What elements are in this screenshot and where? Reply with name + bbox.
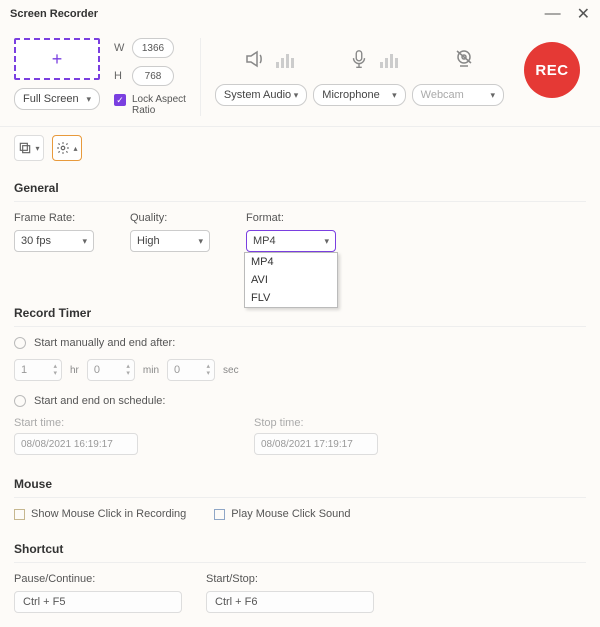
mic-level-icon <box>380 50 398 68</box>
frame-rate-select[interactable]: 30 fps▾ <box>14 230 94 252</box>
audio-level-icon <box>276 50 294 68</box>
manual-timer-radio[interactable] <box>14 337 26 349</box>
manual-timer-label: Start manually and end after: <box>34 337 175 349</box>
start-time-label: Start time: <box>14 417 138 429</box>
chevron-up-icon: ▴ <box>73 144 77 153</box>
minimize-button[interactable]: — <box>545 5 561 23</box>
settings-button[interactable]: ▴ <box>52 135 82 161</box>
format-select[interactable]: MP4▾ <box>246 230 336 252</box>
window-controls: — ✕ <box>545 4 590 24</box>
stop-time-label: Stop time: <box>254 417 378 429</box>
shortcut-heading: Shortcut <box>14 534 586 563</box>
minutes-unit: min <box>143 365 159 376</box>
start-shortcut-label: Start/Stop: <box>206 573 374 585</box>
hours-unit: hr <box>70 365 79 376</box>
show-mouse-click-checkbox[interactable] <box>14 509 25 520</box>
stop-time-input[interactable]: 08/08/2021 17:19:17 <box>254 433 378 455</box>
annotation-button[interactable]: ▾ <box>14 135 44 161</box>
secondary-toolbar: ▾ ▴ <box>0 127 600 169</box>
width-label: W <box>114 42 126 54</box>
play-mouse-sound-label: Play Mouse Click Sound <box>231 508 350 520</box>
chevron-down-icon: ▾ <box>86 94 91 105</box>
height-label: H <box>114 70 126 82</box>
chevron-down-icon: ▾ <box>324 236 329 247</box>
format-option-avi[interactable]: AVI <box>245 271 337 289</box>
format-label: Format: <box>246 212 336 224</box>
schedule-timer-label: Start and end on schedule: <box>34 395 165 407</box>
frame-rate-label: Frame Rate: <box>14 212 94 224</box>
pause-shortcut-input[interactable]: Ctrl + F5 <box>14 591 182 613</box>
height-input[interactable]: 768 <box>132 66 174 86</box>
microphone-icon <box>344 44 374 74</box>
webcam-select[interactable]: Webcam▾ <box>412 84 504 106</box>
width-input[interactable]: 1366 <box>132 38 174 58</box>
format-dropdown: MP4 AVI FLV <box>244 252 338 308</box>
capture-region-button[interactable]: + <box>14 38 100 80</box>
minutes-input[interactable]: 0▴▾ <box>87 359 135 381</box>
lock-aspect-label: Lock Aspect Ratio <box>132 94 186 116</box>
chevron-down-icon: ▾ <box>294 90 299 101</box>
quality-label: Quality: <box>130 212 210 224</box>
webcam-icon <box>449 44 479 74</box>
divider <box>200 38 201 116</box>
pause-shortcut-label: Pause/Continue: <box>14 573 182 585</box>
mouse-heading: Mouse <box>14 469 586 498</box>
chevron-down-icon: ▾ <box>198 236 203 247</box>
schedule-timer-radio[interactable] <box>14 395 26 407</box>
settings-panel: General Frame Rate: 30 fps▾ Quality: Hig… <box>0 169 600 627</box>
format-option-mp4[interactable]: MP4 <box>245 253 337 271</box>
plus-icon: + <box>52 49 63 70</box>
show-mouse-click-label: Show Mouse Click in Recording <box>31 508 186 520</box>
close-button[interactable]: ✕ <box>577 4 590 24</box>
lock-aspect-checkbox[interactable]: ✓ <box>114 94 126 106</box>
start-shortcut-input[interactable]: Ctrl + F6 <box>206 591 374 613</box>
record-label: REC <box>535 62 568 79</box>
start-time-input[interactable]: 08/08/2021 16:19:17 <box>14 433 138 455</box>
record-button[interactable]: REC <box>524 42 580 98</box>
speaker-icon <box>240 44 270 74</box>
format-option-flv[interactable]: FLV <box>245 289 337 307</box>
chevron-down-icon: ▾ <box>35 144 39 153</box>
chevron-down-icon: ▾ <box>490 90 495 101</box>
microphone-select[interactable]: Microphone▾ <box>313 84 405 106</box>
quality-select[interactable]: High▾ <box>130 230 210 252</box>
seconds-input[interactable]: 0▴▾ <box>167 359 215 381</box>
capture-mode-select[interactable]: Full Screen ▾ <box>14 88 100 110</box>
hours-input[interactable]: 1▴▾ <box>14 359 62 381</box>
chevron-down-icon: ▾ <box>82 236 87 247</box>
play-mouse-sound-checkbox[interactable] <box>214 509 225 520</box>
capture-panel: + Full Screen ▾ W 1366 H 768 ✓ Lock Aspe… <box>0 28 600 127</box>
capture-mode-value: Full Screen <box>23 93 79 105</box>
general-heading: General <box>14 173 586 202</box>
chevron-down-icon: ▾ <box>392 90 397 101</box>
window-title: Screen Recorder <box>10 8 98 20</box>
seconds-unit: sec <box>223 365 239 376</box>
title-bar: Screen Recorder — ✕ <box>0 0 600 28</box>
system-audio-select[interactable]: System Audio▾ <box>215 84 307 106</box>
